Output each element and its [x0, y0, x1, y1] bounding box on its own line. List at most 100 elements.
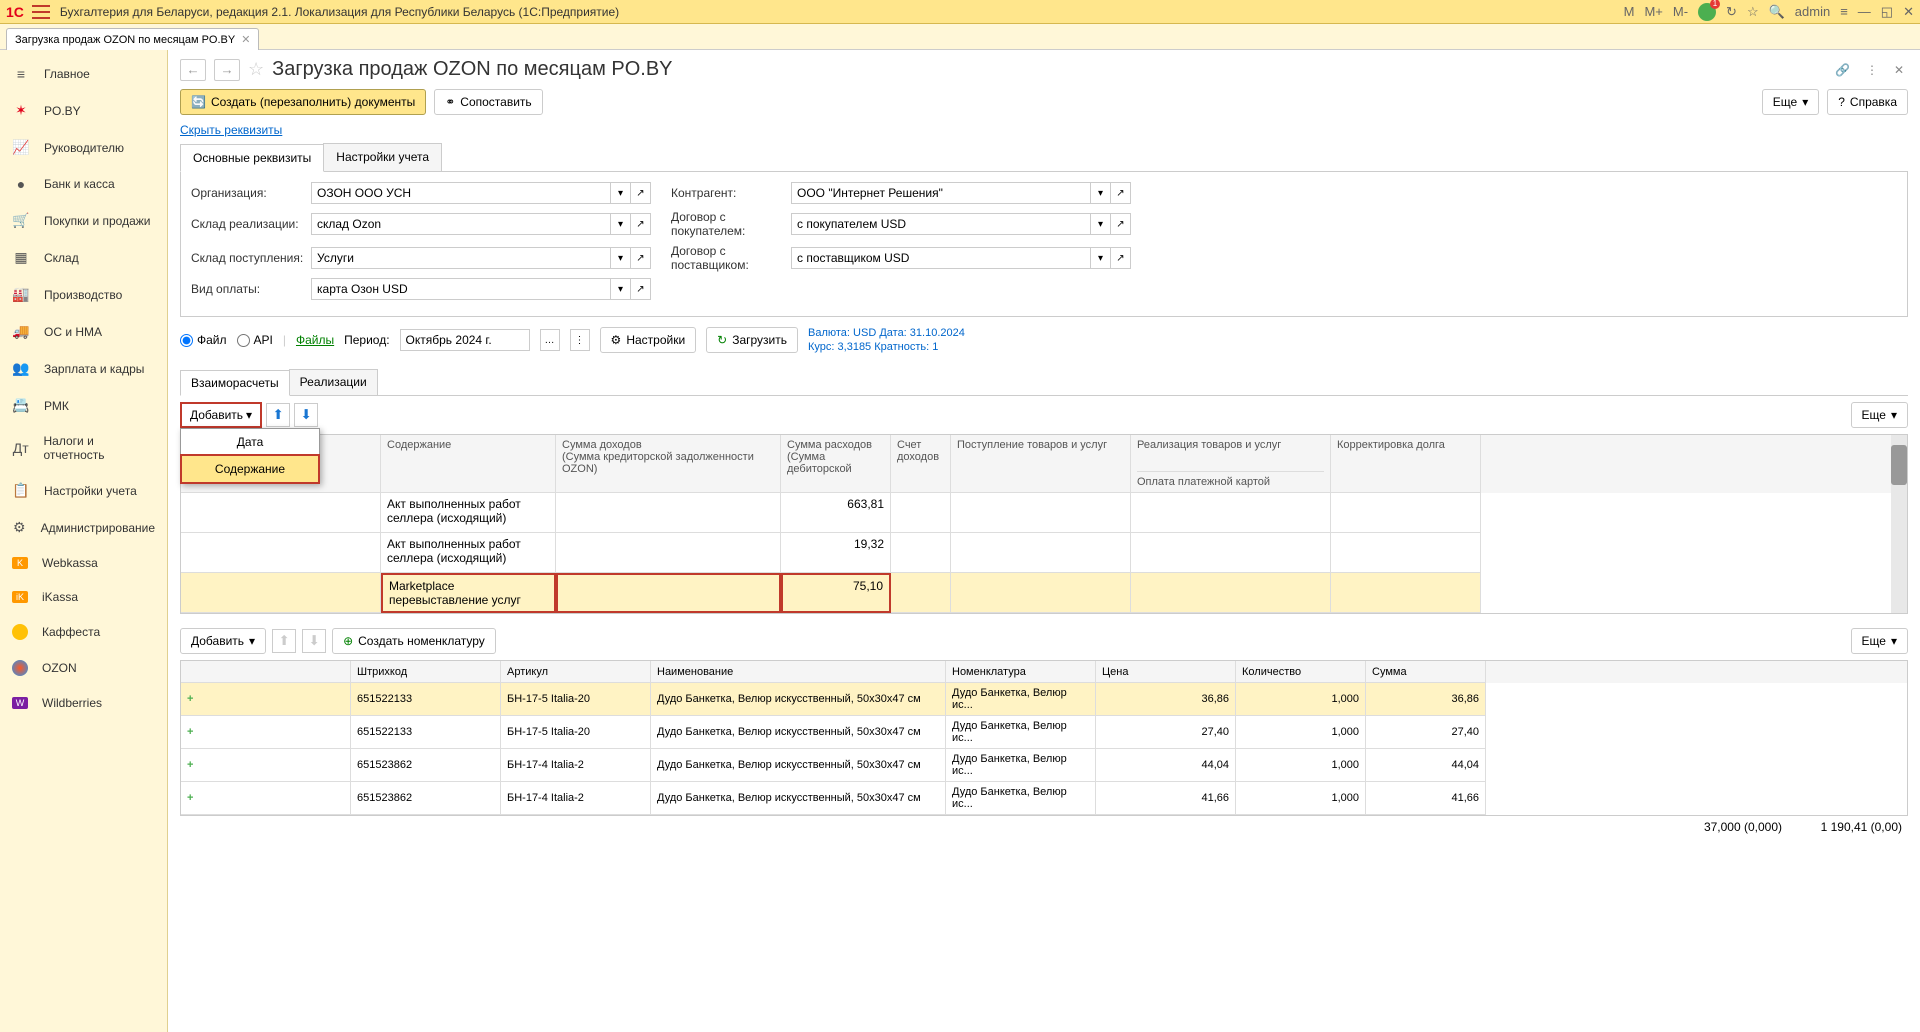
move-up-button[interactable]: ⬆: [272, 629, 296, 653]
sidebar-item-rmk[interactable]: 📇РМК: [0, 387, 167, 424]
hide-details-link[interactable]: Скрыть реквизиты: [168, 123, 294, 143]
dropdown-icon[interactable]: ▾: [1091, 247, 1111, 269]
period-input[interactable]: [400, 329, 530, 351]
sklad-real-input[interactable]: склад Ozon: [311, 213, 611, 235]
sidebar-item-os[interactable]: 🚚ОС и НМА: [0, 313, 167, 350]
expand-icon[interactable]: +: [187, 792, 193, 804]
close-panel-icon[interactable]: ✕: [1890, 63, 1908, 77]
link-icon[interactable]: 🔗: [1831, 63, 1854, 77]
search-icon[interactable]: 🔍: [1769, 4, 1785, 20]
open-icon[interactable]: ↗: [631, 182, 651, 204]
scrollbar[interactable]: [1891, 435, 1907, 613]
radio-input[interactable]: [180, 334, 193, 347]
memory-mplus[interactable]: M+: [1644, 4, 1662, 19]
create-nomenclature-button[interactable]: ⊕Создать номенклатуру: [332, 628, 496, 654]
tab-close-icon[interactable]: ✕: [241, 33, 250, 46]
sidebar-item-stock[interactable]: ▦Склад: [0, 239, 167, 276]
move-down-button[interactable]: ⬇: [294, 403, 318, 427]
sidebar-item-manager[interactable]: 📈Руководителю: [0, 129, 167, 166]
open-icon[interactable]: ↗: [1111, 213, 1131, 235]
open-icon[interactable]: ↗: [631, 278, 651, 300]
more-button[interactable]: Еще ▾: [1851, 402, 1908, 428]
table-row[interactable]: + 651523862БН-17-4 Italia-2Дудо Банкетка…: [181, 749, 1907, 782]
favorite-icon[interactable]: ☆: [248, 59, 264, 80]
sidebar-item-ikassa[interactable]: iKiKassa: [0, 580, 167, 614]
restore-icon[interactable]: ◱: [1881, 4, 1893, 20]
sidebar-item-poby[interactable]: ✶PO.BY: [0, 92, 167, 129]
expand-icon[interactable]: +: [187, 759, 193, 771]
dropdown-icon[interactable]: ▾: [611, 213, 631, 235]
open-icon[interactable]: ↗: [1111, 247, 1131, 269]
document-tab[interactable]: Загрузка продаж OZON по месяцам PO.BY ✕: [6, 28, 259, 50]
user-label[interactable]: admin: [1795, 4, 1830, 19]
notification-icon[interactable]: [1698, 3, 1716, 21]
history-icon[interactable]: ↻: [1726, 4, 1737, 20]
open-icon[interactable]: ↗: [631, 247, 651, 269]
star-icon[interactable]: ☆: [1747, 4, 1759, 20]
menu-item-date[interactable]: Дата: [181, 429, 319, 455]
menu-item-content[interactable]: Содержание: [180, 454, 320, 484]
close-icon[interactable]: ✕: [1903, 4, 1914, 20]
dog-sup-input[interactable]: с поставщиком USD: [791, 247, 1091, 269]
table-row[interactable]: Marketplace перевыставление услуг 75,10: [181, 573, 1891, 613]
dog-buy-input[interactable]: с покупателем USD: [791, 213, 1091, 235]
dropdown-icon[interactable]: ▾: [611, 247, 631, 269]
table-row[interactable]: Акт выполненных работ селлера (исходящий…: [181, 533, 1891, 573]
help-button[interactable]: ? Справка: [1827, 89, 1908, 115]
org-input[interactable]: ОЗОН ООО УСН: [311, 182, 611, 204]
period-select-icon[interactable]: …: [540, 329, 560, 351]
tab-main-details[interactable]: Основные реквизиты: [180, 144, 324, 172]
table-row[interactable]: + 651522133БН-17-5 Italia-20Дудо Банкетк…: [181, 716, 1907, 749]
tab-accounting-settings[interactable]: Настройки учета: [323, 143, 442, 171]
move-up-button[interactable]: ⬆: [266, 403, 290, 427]
table-row[interactable]: + 651523862БН-17-4 Italia-2Дудо Банкетка…: [181, 782, 1907, 815]
currency-info-link[interactable]: Валюта: USD Дата: 31.10.2024: [808, 327, 965, 339]
source-api-radio[interactable]: API: [237, 333, 273, 347]
open-icon[interactable]: ↗: [631, 213, 651, 235]
sidebar-item-settings[interactable]: 📋Настройки учета: [0, 472, 167, 509]
sidebar-item-bank[interactable]: ●Банк и касса: [0, 166, 167, 202]
dropdown-icon[interactable]: ▾: [1091, 213, 1111, 235]
sidebar-item-production[interactable]: 🏭Производство: [0, 276, 167, 313]
dropdown-icon[interactable]: ▾: [611, 278, 631, 300]
open-icon[interactable]: ↗: [1111, 182, 1131, 204]
memory-m[interactable]: M: [1624, 4, 1635, 19]
settings-button[interactable]: ⚙Настройки: [600, 327, 697, 353]
back-button[interactable]: ←: [180, 59, 206, 81]
dropdown-icon[interactable]: ▾: [1091, 182, 1111, 204]
hamburger-icon[interactable]: [32, 5, 50, 19]
sklad-post-input[interactable]: Услуги: [311, 247, 611, 269]
pay-input[interactable]: карта Озон USD: [311, 278, 611, 300]
add-item-button[interactable]: Добавить ▾: [180, 628, 266, 654]
tab-realizations[interactable]: Реализации: [289, 369, 378, 395]
sidebar-item-main[interactable]: ≡Главное: [0, 56, 167, 92]
sidebar-item-sales[interactable]: 🛒Покупки и продажи: [0, 202, 167, 239]
sidebar-item-salary[interactable]: 👥Зарплата и кадры: [0, 350, 167, 387]
more-icon[interactable]: ⋮: [1862, 63, 1882, 77]
more-button[interactable]: Еще ▾: [1762, 89, 1819, 115]
radio-input[interactable]: [237, 334, 250, 347]
settings-icon[interactable]: ≡: [1840, 4, 1848, 19]
more-button[interactable]: Еще ▾: [1851, 628, 1908, 654]
expand-icon[interactable]: +: [187, 693, 193, 705]
sidebar-item-webkassa[interactable]: KWebkassa: [0, 546, 167, 580]
minimize-icon[interactable]: —: [1858, 4, 1871, 19]
compare-button[interactable]: ⚭Сопоставить: [434, 89, 542, 115]
dropdown-icon[interactable]: ▾: [611, 182, 631, 204]
contr-input[interactable]: ООО "Интернет Решения": [791, 182, 1091, 204]
sidebar-item-kaffesta[interactable]: Каффеста: [0, 614, 167, 650]
source-file-radio[interactable]: Файл: [180, 333, 227, 347]
sidebar-item-admin[interactable]: ⚙Администрирование: [0, 509, 167, 546]
create-documents-button[interactable]: 🔄Создать (перезаполнить) документы: [180, 89, 426, 115]
files-link[interactable]: Файлы: [296, 333, 334, 347]
tab-settlements[interactable]: Взаиморасчеты: [180, 370, 290, 396]
sidebar-item-wildberries[interactable]: WWildberries: [0, 686, 167, 720]
rate-info-link[interactable]: Курс: 3,3185 Кратность: 1: [808, 341, 965, 353]
load-button[interactable]: ↻Загрузить: [706, 327, 798, 353]
add-button[interactable]: Добавить ▾ Дата Содержание: [180, 402, 262, 428]
forward-button[interactable]: →: [214, 59, 240, 81]
expand-icon[interactable]: +: [187, 726, 193, 738]
table-row[interactable]: + 651522133БН-17-5 Italia-20Дудо Банкетк…: [181, 683, 1907, 716]
period-pick-icon[interactable]: ⋮: [570, 329, 590, 351]
table-row[interactable]: Акт выполненных работ селлера (исходящий…: [181, 493, 1891, 533]
